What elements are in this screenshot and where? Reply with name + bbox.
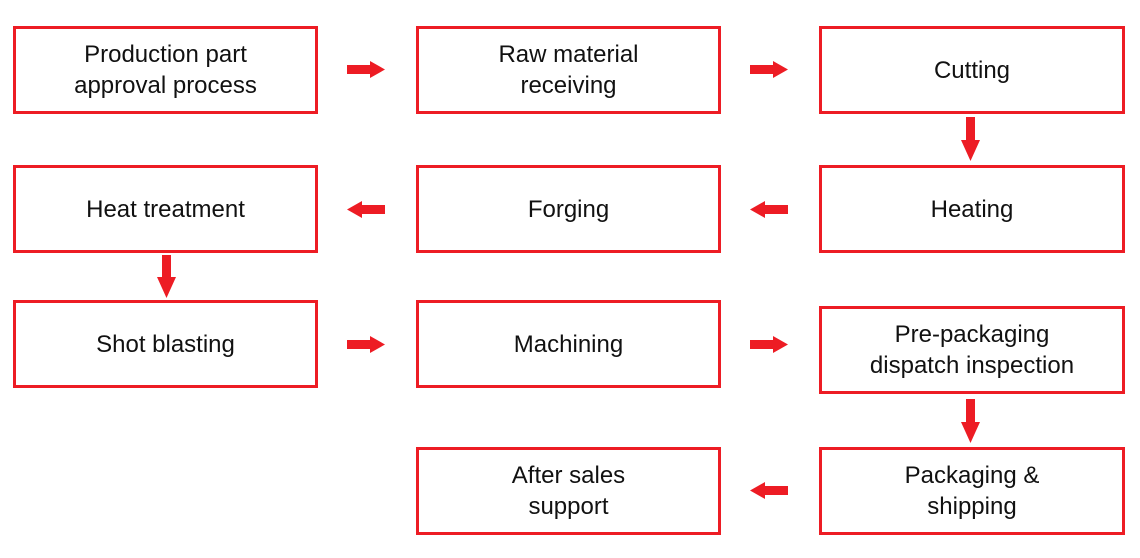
arrow-down-icon: [961, 399, 980, 443]
arrow-right-icon: [347, 336, 385, 353]
arrow-left-icon: [750, 201, 788, 218]
arrow-down-icon: [157, 255, 176, 298]
arrow-right-icon: [750, 336, 788, 353]
arrow-right-icon: [347, 61, 385, 78]
arrow-right-icon: [750, 61, 788, 78]
arrow-down-icon: [961, 117, 980, 161]
arrow-left-icon: [347, 201, 385, 218]
flow-arrows: [157, 61, 980, 499]
arrow-left-icon: [750, 482, 788, 499]
